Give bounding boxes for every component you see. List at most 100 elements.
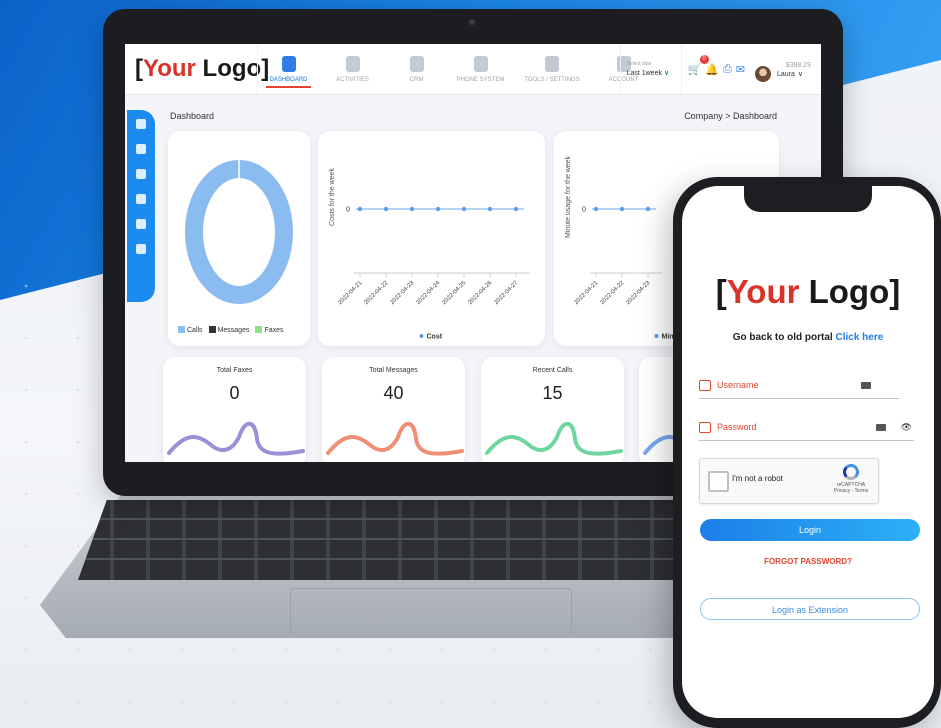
username-field[interactable]: Username (699, 372, 899, 399)
recaptcha-box: I'm not a robot reCAPTCHA Privacy - Term… (699, 458, 879, 504)
x-tick-label: 2022-04-22 (599, 280, 625, 306)
legend-faxes: Faxes (255, 326, 284, 334)
cost-line-chart: Costs for the week 02022-04-21 2022-04-22 2… (329, 168, 530, 341)
x-tick-label: 2022-04-21 (573, 280, 599, 306)
x-tick-label: 2022-04-23 (389, 280, 415, 306)
lock-icon (699, 421, 711, 433)
data-point (357, 206, 363, 212)
phone-icon[interactable] (136, 169, 146, 179)
mail-icon (699, 379, 711, 391)
recaptcha-logo: reCAPTCHA Privacy - Terms (830, 464, 872, 494)
x-tick-label: 2022-04-22 (363, 280, 389, 306)
menu-icon[interactable] (136, 119, 146, 129)
donut-ring-calls (185, 160, 293, 304)
balance: $388.29 (785, 62, 811, 69)
page-title: Dashboard (170, 111, 215, 121)
keyboard-icon (876, 423, 886, 431)
phone-logo: [Your Logo] (715, 273, 901, 310)
nav-activities[interactable]: ACTIVITIES (322, 44, 383, 94)
recaptcha-icon (843, 464, 859, 480)
data-point (487, 206, 493, 212)
x-tick-label: 2022-04-21 (337, 280, 363, 306)
laptop-trackpad (290, 588, 572, 634)
password-field[interactable]: Password 👁 (699, 414, 914, 441)
legend-marker (419, 334, 424, 338)
cost-chart-card: Costs for the week 0 2022-04-21 2022-04-22 2… (318, 131, 545, 346)
forgot-password-link[interactable]: FORGOT PASSWORD? (682, 557, 934, 566)
breadcrumb: Company > Dashboard (684, 111, 777, 121)
team-icon[interactable] (136, 244, 146, 254)
user-menu[interactable]: $388.29 Laura ∨ (751, 56, 821, 82)
login-button[interactable]: Login (700, 519, 920, 541)
stat-card-messages: Total Messages 40 (322, 357, 465, 462)
data-point (409, 206, 415, 212)
faxes-sparkline (167, 421, 305, 456)
data-point (645, 206, 651, 212)
x-tick-label: 2022-04-24 (415, 280, 441, 306)
date-select[interactable]: Select date Last 1week ∨ (619, 44, 682, 94)
chevron-down-icon: ∨ (663, 70, 670, 77)
app-logo[interactable]: [Your Logo] (135, 55, 269, 83)
wallet-icon[interactable] (136, 219, 146, 229)
x-tick-label: 2022-04-26 (467, 280, 493, 306)
old-portal-link[interactable]: Click here (835, 332, 883, 343)
header-right: Select date Last 1week ∨ 🛒 🔔 0 ⎙ ✉ $388.… (619, 44, 821, 94)
phone-device: [Your Logo] Go back to old portal Click … (673, 177, 941, 728)
x-tick-label: 2022-04-27 (493, 280, 519, 306)
activities-icon (345, 55, 360, 72)
main-nav: DASHBOARD ACTIVITIES CRM PHONE SYSTEM TO… (257, 44, 657, 94)
eye-icon[interactable]: 👁 (901, 422, 912, 433)
dialpad-icon[interactable] (136, 194, 146, 204)
data-point (593, 206, 599, 212)
data-point (619, 206, 625, 212)
header-icons: 🛒 🔔 0 ⎙ ✉ (682, 54, 751, 76)
crm-icon (409, 55, 424, 72)
mail-icon[interactable]: ✉ (736, 63, 745, 76)
data-point (513, 206, 519, 212)
stat-value-calls: 15 (542, 383, 563, 403)
data-point (461, 206, 467, 212)
phone-system-icon (473, 55, 488, 72)
keyboard-icon (861, 381, 871, 389)
stat-card-calls: Recent Calls 15 (481, 357, 624, 462)
app-header: [Your Logo] DASHBOARD ACTIVITIES CRM PHO… (125, 44, 821, 95)
bell-icon[interactable]: 🔔 (705, 63, 719, 76)
legend-label: Cost (427, 334, 443, 341)
login-extension-button[interactable]: Login as Extension (700, 598, 920, 620)
legend-calls: Calls (178, 326, 203, 334)
printer-icon[interactable]: ⎙ (723, 63, 732, 76)
side-rail (127, 110, 155, 302)
avatar (755, 66, 771, 82)
cart-icon[interactable]: 🛒 (688, 63, 702, 76)
old-portal-text: Go back to old portal Click here (732, 332, 884, 343)
camera-icon (469, 19, 475, 25)
stat-value-faxes: 0 (229, 383, 240, 403)
legend-messages: Messages (208, 326, 249, 334)
y-axis-label: Costs for the week (329, 168, 336, 226)
stat-card-faxes: Total Faxes 0 (163, 357, 306, 462)
captcha-checkbox[interactable] (708, 471, 729, 492)
chevron-down-icon: ∨ (797, 71, 804, 78)
y-tick-label: 0 (346, 207, 350, 214)
phone-screen: [Your Logo] Go back to old portal Click … (682, 186, 934, 718)
donut-legend: Calls Messages Faxes (178, 326, 284, 334)
usage-donut-card: Calls Messages Faxes (168, 131, 310, 346)
y-tick-label: 0 (582, 207, 586, 214)
tools-icon (545, 55, 559, 72)
org-icon[interactable] (136, 144, 146, 154)
stat-value-messages: 40 (383, 383, 404, 403)
usage-donut-chart (185, 160, 293, 304)
legend-marker (654, 334, 659, 338)
y-axis-label: Minute usage for the week (565, 155, 572, 238)
dashboard-icon (281, 55, 296, 72)
nav-tools-settings[interactable]: TOOLS / SETTINGS (514, 44, 590, 94)
messages-sparkline (326, 421, 464, 456)
calls-sparkline (485, 421, 623, 456)
x-tick-label: 2022-04-23 (625, 280, 651, 306)
nav-phone-system[interactable]: PHONE SYSTEM (450, 44, 511, 94)
nav-crm[interactable]: CRM (386, 44, 447, 94)
nav-dashboard[interactable]: DASHBOARD (258, 44, 319, 94)
notification-badge: 0 (699, 54, 709, 64)
phone-notch (744, 186, 872, 212)
data-point (435, 206, 441, 212)
